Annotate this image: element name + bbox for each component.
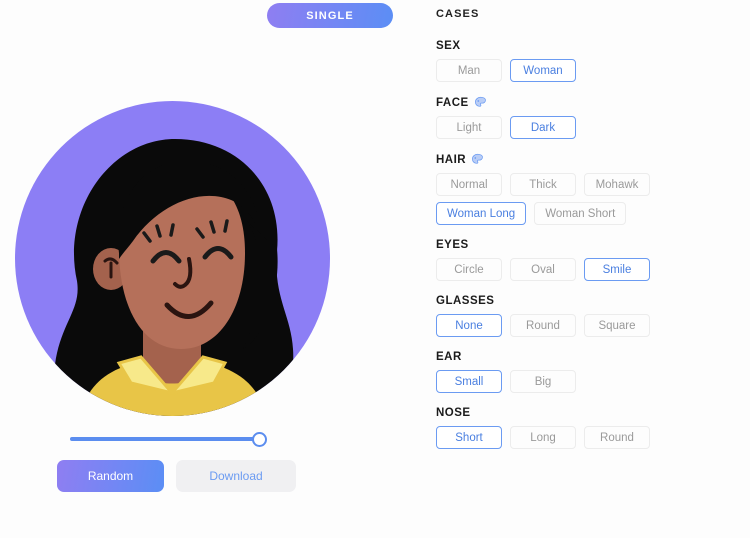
section-label-sex: SEX <box>436 40 750 52</box>
option-nose-short[interactable]: Short <box>436 426 502 449</box>
cases-panel: CASES SEX Man Woman FACE Light Dark HAIR Normal… <box>436 0 750 538</box>
panel-title: CASES <box>436 8 480 20</box>
section-nose: NOSE Short Long Round <box>436 407 750 449</box>
download-button[interactable]: Download <box>176 460 296 492</box>
option-nose-round[interactable]: Round <box>584 426 650 449</box>
slider-thumb[interactable] <box>252 432 267 447</box>
option-hair-woman-short[interactable]: Woman Short <box>534 202 627 225</box>
random-button[interactable]: Random <box>57 460 164 492</box>
section-glasses: GLASSES None Round Square <box>436 295 750 337</box>
option-row: Woman Long Woman Short <box>436 202 750 225</box>
option-row: Circle Oval Smile <box>436 258 750 281</box>
option-glasses-square[interactable]: Square <box>584 314 650 337</box>
section-hair: HAIR Normal Thick Mohawk Woman Long Woman Sho… <box>436 153 750 225</box>
slider-track[interactable] <box>70 437 263 441</box>
option-glasses-round[interactable]: Round <box>510 314 576 337</box>
option-sections: SEX Man Woman FACE Light Dark HAIR Normal Thick M… <box>436 40 750 449</box>
section-ear: EAR Small Big <box>436 351 750 393</box>
section-label-text: SEX <box>436 40 461 52</box>
section-label-eyes: EYES <box>436 239 750 251</box>
section-label-text: NOSE <box>436 407 471 419</box>
option-hair-thick[interactable]: Thick <box>510 173 576 196</box>
option-row: Short Long Round <box>436 426 750 449</box>
avatar-illustration <box>15 101 330 416</box>
option-ear-small[interactable]: Small <box>436 370 502 393</box>
section-label-hair: HAIR <box>436 153 750 166</box>
option-hair-mohawk[interactable]: Mohawk <box>584 173 650 196</box>
palette-icon[interactable] <box>474 96 487 109</box>
option-hair-woman-long[interactable]: Woman Long <box>436 202 527 225</box>
option-face-dark[interactable]: Dark <box>510 116 576 139</box>
section-eyes: EYES Circle Oval Smile <box>436 239 750 281</box>
section-label-nose: NOSE <box>436 407 750 419</box>
size-slider[interactable] <box>70 430 270 448</box>
option-eyes-circle[interactable]: Circle <box>436 258 502 281</box>
section-sex: SEX Man Woman <box>436 40 750 82</box>
option-hair-normal[interactable]: Normal <box>436 173 502 196</box>
section-label-text: FACE <box>436 96 469 109</box>
section-face: FACE Light Dark <box>436 96 750 139</box>
option-row: None Round Square <box>436 314 750 337</box>
section-label-text: EAR <box>436 351 462 363</box>
option-face-light[interactable]: Light <box>436 116 502 139</box>
avatar-generator-app: SINGLE Random Download CASES SEX Man Wom… <box>0 0 750 538</box>
action-buttons: Random Download <box>57 460 296 492</box>
option-row: Normal Thick Mohawk <box>436 173 750 196</box>
preview-panel: Random Download <box>0 0 420 538</box>
option-row: Light Dark <box>436 116 750 139</box>
avatar-preview <box>15 101 330 416</box>
option-row: Small Big <box>436 370 750 393</box>
section-label-face: FACE <box>436 96 750 109</box>
section-label-ear: EAR <box>436 351 750 363</box>
section-label-glasses: GLASSES <box>436 295 750 307</box>
option-row: Man Woman <box>436 59 750 82</box>
option-eyes-smile[interactable]: Smile <box>584 258 650 281</box>
option-nose-long[interactable]: Long <box>510 426 576 449</box>
option-eyes-oval[interactable]: Oval <box>510 258 576 281</box>
section-label-text: EYES <box>436 239 469 251</box>
option-glasses-none[interactable]: None <box>436 314 502 337</box>
palette-icon[interactable] <box>471 153 484 166</box>
section-label-text: HAIR <box>436 153 467 166</box>
option-ear-big[interactable]: Big <box>510 370 576 393</box>
section-label-text: GLASSES <box>436 295 495 307</box>
option-sex-man[interactable]: Man <box>436 59 502 82</box>
option-sex-woman[interactable]: Woman <box>510 59 576 82</box>
